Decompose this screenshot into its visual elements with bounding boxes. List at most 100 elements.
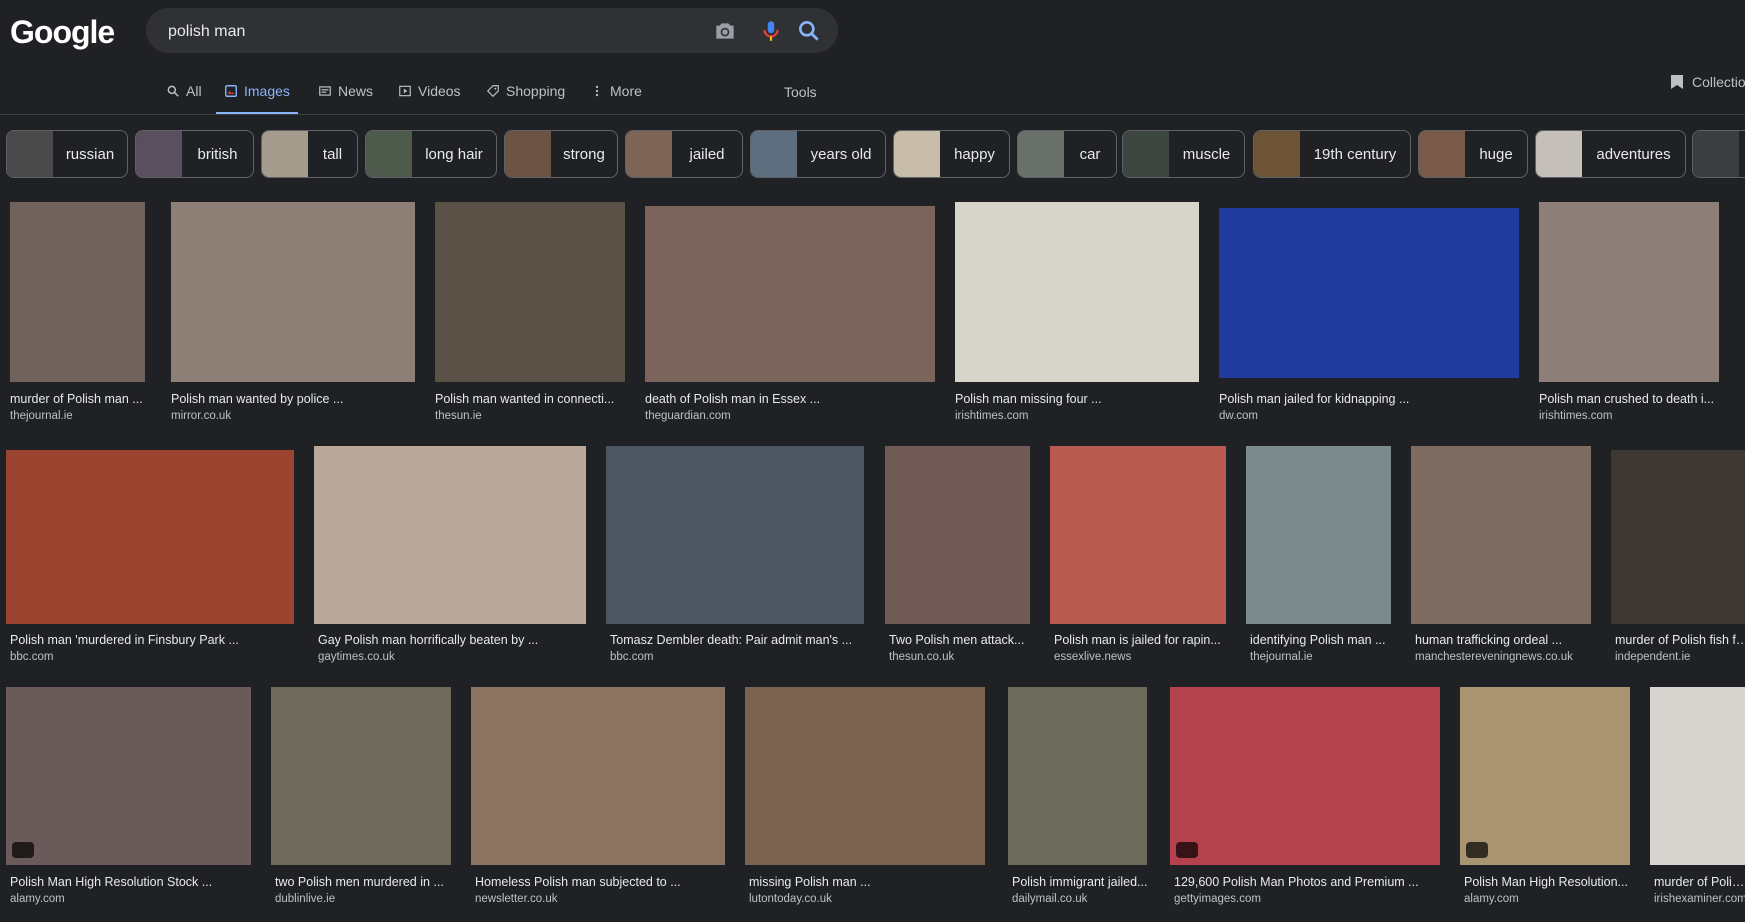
image-result[interactable]: Polish Man High Resolution... alamy.com xyxy=(1460,687,1630,907)
result-caption[interactable]: Polish man crushed to death i... xyxy=(1539,392,1719,406)
result-caption[interactable]: identifying Polish man ... xyxy=(1246,633,1395,647)
result-thumbnail[interactable] xyxy=(314,446,586,624)
result-caption[interactable]: Two Polish men attack... xyxy=(885,633,1034,647)
video-icon xyxy=(399,85,411,97)
result-thumbnail[interactable] xyxy=(271,687,451,865)
result-thumbnail[interactable] xyxy=(1611,450,1745,624)
image-result[interactable]: human trafficking ordeal ... manchestere… xyxy=(1411,446,1591,666)
image-result[interactable]: Polish man is jailed for rapin... essexl… xyxy=(1050,446,1226,666)
result-thumbnail[interactable] xyxy=(1050,446,1226,624)
result-caption[interactable]: murder of Polish man ... xyxy=(10,392,145,406)
result-caption[interactable]: death of Polish man in Essex ... xyxy=(645,392,935,406)
microphone-icon[interactable] xyxy=(758,18,784,44)
chip-adventures[interactable]: adventures xyxy=(1535,130,1686,178)
image-result[interactable]: murder of Polish man ... thejournal.ie xyxy=(10,202,145,424)
result-caption[interactable]: 129,600 Polish Man Photos and Premium ..… xyxy=(1170,875,1444,889)
result-thumbnail[interactable] xyxy=(6,687,251,865)
result-caption[interactable]: Polish man jailed for kidnapping ... xyxy=(1219,392,1519,406)
chip-tall[interactable]: tall xyxy=(261,130,358,178)
result-caption[interactable]: murder of Polish fish fa... xyxy=(1611,633,1745,647)
result-caption[interactable]: Tomasz Dembler death: Pair admit man's .… xyxy=(606,633,868,647)
search-icon[interactable] xyxy=(796,18,822,44)
chip-strong[interactable]: strong xyxy=(504,130,618,178)
image-result[interactable]: 129,600 Polish Man Photos and Premium ..… xyxy=(1170,687,1440,907)
result-caption[interactable]: Polish man wanted in connecti... xyxy=(435,392,625,406)
tab-images[interactable]: Images xyxy=(216,70,298,115)
tab-all[interactable]: All xyxy=(166,70,202,112)
image-result[interactable]: death of Polish man in Essex ... theguar… xyxy=(645,202,935,424)
result-caption[interactable]: human trafficking ordeal ... xyxy=(1411,633,1595,647)
chip-russian[interactable]: russian xyxy=(6,130,128,178)
chip-british[interactable]: british xyxy=(135,130,254,178)
result-thumbnail[interactable] xyxy=(471,687,725,865)
image-result[interactable]: identifying Polish man ... thejournal.ie xyxy=(1246,446,1391,666)
image-result[interactable]: Polish man wanted by police ... mirror.c… xyxy=(171,202,415,424)
image-result[interactable]: Polish man 'murdered in Finsbury Park ..… xyxy=(6,446,294,666)
image-result[interactable]: Tomasz Dembler death: Pair admit man's .… xyxy=(606,446,864,666)
image-result[interactable]: Homeless Polish man subjected to ... new… xyxy=(471,687,725,907)
more-vert-icon xyxy=(595,85,599,97)
result-source: thesun.ie xyxy=(435,410,482,422)
chip-happy[interactable]: happy xyxy=(893,130,1010,178)
tab-videos[interactable]: Videos xyxy=(398,70,461,112)
result-caption[interactable]: Homeless Polish man subjected to ... xyxy=(471,875,729,889)
chip-car[interactable]: car xyxy=(1017,130,1117,178)
result-thumbnail[interactable] xyxy=(1460,687,1630,865)
result-thumbnail[interactable] xyxy=(1411,446,1591,624)
result-caption[interactable]: Polish Man High Resolution Stock ... xyxy=(6,875,255,889)
header-divider xyxy=(0,114,1745,115)
chip-huge[interactable]: huge xyxy=(1418,130,1528,178)
chip-more[interactable] xyxy=(1692,130,1745,178)
image-result[interactable]: murder of Polish... irishexaminer.com xyxy=(1650,687,1745,907)
result-caption[interactable]: Polish man missing four ... xyxy=(955,392,1199,406)
result-thumbnail[interactable] xyxy=(606,446,864,624)
image-result[interactable]: two Polish men murdered in ... dublinliv… xyxy=(271,687,451,907)
chip-years-old[interactable]: years old xyxy=(750,130,886,178)
chip-muscle[interactable]: muscle xyxy=(1122,130,1245,178)
result-caption[interactable]: Polish immigrant jailed... xyxy=(1008,875,1151,889)
result-thumbnail[interactable] xyxy=(645,206,935,382)
result-caption[interactable]: two Polish men murdered in ... xyxy=(271,875,455,889)
result-caption[interactable]: Polish man wanted by police ... xyxy=(171,392,415,406)
google-logo[interactable]: Google xyxy=(10,14,115,51)
result-caption[interactable]: missing Polish man ... xyxy=(745,875,989,889)
result-thumbnail[interactable] xyxy=(1008,687,1147,865)
result-thumbnail[interactable] xyxy=(6,450,294,624)
image-result[interactable]: Gay Polish man horrifically beaten by ..… xyxy=(314,446,586,666)
search-input[interactable] xyxy=(166,8,670,55)
image-result[interactable]: missing Polish man ... lutontoday.co.uk xyxy=(745,687,985,907)
tools-button[interactable]: Tools xyxy=(784,84,817,100)
result-thumbnail[interactable] xyxy=(435,202,625,382)
image-result[interactable]: Polish man missing four ... irishtimes.c… xyxy=(955,202,1199,424)
result-thumbnail[interactable] xyxy=(1246,446,1391,624)
result-thumbnail[interactable] xyxy=(10,202,145,382)
result-caption[interactable]: Polish Man High Resolution... xyxy=(1460,875,1634,889)
result-caption[interactable]: murder of Polish... xyxy=(1650,875,1745,889)
tab-news[interactable]: News xyxy=(318,70,373,112)
result-caption[interactable]: Gay Polish man horrifically beaten by ..… xyxy=(314,633,590,647)
collections-button[interactable]: Collections xyxy=(1670,74,1745,90)
result-thumbnail[interactable] xyxy=(171,202,415,382)
tab-shopping[interactable]: Shopping xyxy=(486,70,565,112)
chip-19th-century[interactable]: 19th century xyxy=(1253,130,1411,178)
result-thumbnail[interactable] xyxy=(885,446,1030,624)
result-thumbnail[interactable] xyxy=(955,202,1199,382)
camera-icon[interactable] xyxy=(712,18,738,44)
result-thumbnail[interactable] xyxy=(1650,687,1745,865)
result-caption[interactable]: Polish man is jailed for rapin... xyxy=(1050,633,1230,647)
result-thumbnail[interactable] xyxy=(1539,202,1719,382)
tab-more[interactable]: More xyxy=(590,70,642,112)
image-result[interactable]: Polish man wanted in connecti... thesun.… xyxy=(435,202,625,424)
result-thumbnail[interactable] xyxy=(1219,208,1519,378)
image-result[interactable]: Polish man crushed to death i... irishti… xyxy=(1539,202,1719,424)
image-result[interactable]: Polish immigrant jailed... dailymail.co.… xyxy=(1008,687,1147,907)
result-caption[interactable]: Polish man 'murdered in Finsbury Park ..… xyxy=(6,633,298,647)
image-result[interactable]: Two Polish men attack... thesun.co.uk xyxy=(885,446,1030,666)
chip-jailed[interactable]: jailed xyxy=(625,130,743,178)
chip-long-hair[interactable]: long hair xyxy=(365,130,497,178)
result-thumbnail[interactable] xyxy=(1170,687,1440,865)
image-result[interactable]: Polish man jailed for kidnapping ... dw.… xyxy=(1219,202,1519,424)
image-result[interactable]: murder of Polish fish fa... independent.… xyxy=(1611,446,1745,666)
image-result[interactable]: Polish Man High Resolution Stock ... ala… xyxy=(6,687,251,907)
result-thumbnail[interactable] xyxy=(745,687,985,865)
